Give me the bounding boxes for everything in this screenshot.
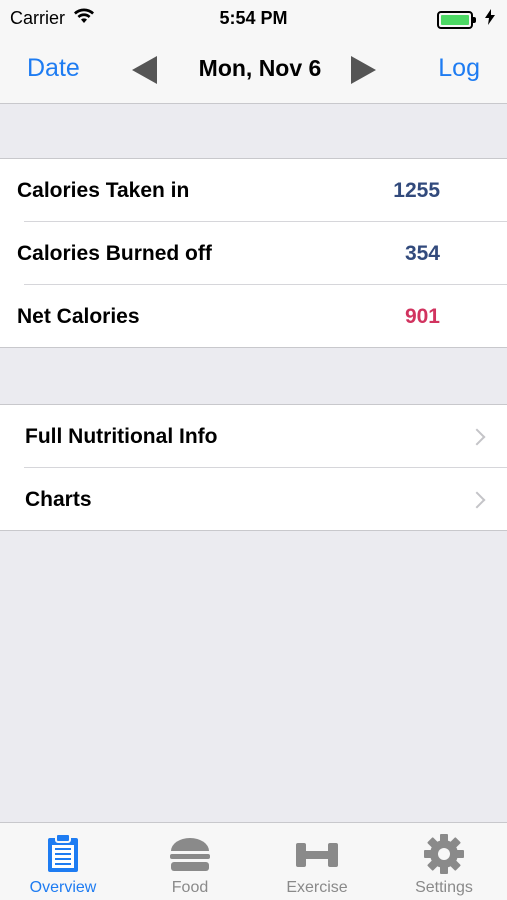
tab-bar: Overview Food Exercise Settings [0,822,507,900]
charts-row[interactable]: Charts [0,468,507,531]
dumbbell-icon [294,833,340,878]
calories-taken-value: 1255 [393,178,440,202]
calorie-summary-group: Calories Taken in 1255 Calories Burned o… [0,158,507,348]
tab-exercise[interactable]: Exercise [254,823,380,900]
full-nutritional-info-row[interactable]: Full Nutritional Info [0,405,507,468]
charts-label: Charts [25,487,92,511]
charging-icon [485,9,495,30]
log-button[interactable]: Log [438,54,480,83]
gear-icon [423,833,465,880]
chevron-right-icon [468,491,486,508]
battery-icon [437,10,476,29]
tab-food[interactable]: Food [127,823,253,900]
tab-food-label: Food [171,879,209,896]
status-time: 5:54 PM [219,8,288,28]
tab-settings-label: Settings [415,879,473,896]
tab-exercise-label: Exercise [286,879,348,896]
calories-burned-value: 354 [404,241,440,265]
full-nutritional-info-label: Full Nutritional Info [25,424,218,448]
status-bar: Carrier 5:54 PM [0,0,507,36]
previous-day-arrow-icon[interactable] [132,56,157,84]
burger-icon [168,833,212,878]
status-right [437,9,495,30]
net-calories-value: 901 [404,304,440,328]
calories-taken-label: Calories Taken in [17,178,190,202]
calories-burned-row: Calories Burned off 354 [0,222,507,285]
net-calories-label: Net Calories [17,304,140,328]
chevron-right-icon [468,428,486,445]
tab-overview-label: Overview [29,879,97,896]
calories-taken-row: Calories Taken in 1255 [0,159,507,222]
links-group: Full Nutritional Info Charts [0,404,507,531]
tab-settings[interactable]: Settings [381,823,507,900]
clipboard-icon [46,833,80,878]
tab-overview[interactable]: Overview [0,823,126,900]
calories-burned-label: Calories Burned off [17,241,212,265]
date-button[interactable]: Date [27,54,80,83]
current-date-title: Mon, Nov 6 [198,55,322,81]
nav-bar: Date Mon, Nov 6 Log [0,36,507,104]
next-day-arrow-icon[interactable] [351,56,376,84]
net-calories-row: Net Calories 901 [0,285,507,348]
